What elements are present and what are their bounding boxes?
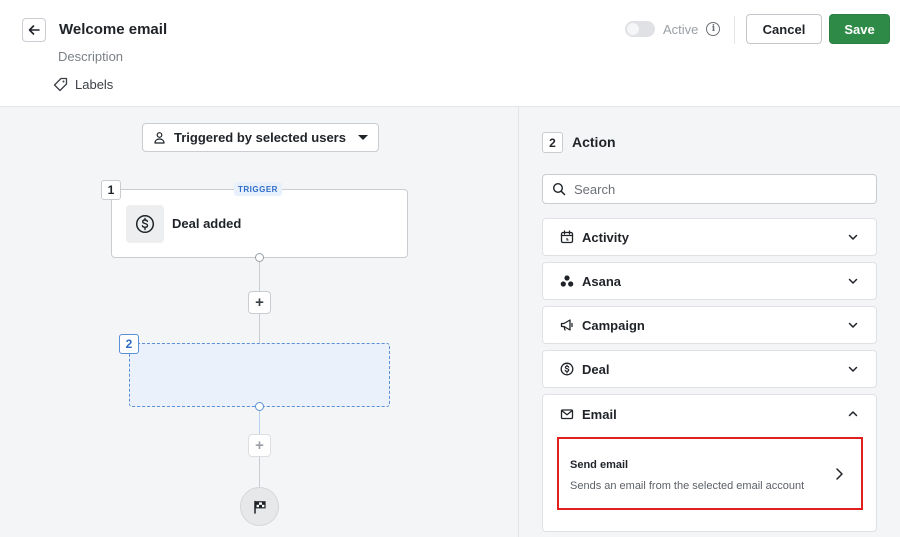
connector-dot [255, 253, 264, 262]
workflow-canvas[interactable]: Triggered by selected users 1 TRIGGER De… [0, 107, 518, 537]
add-step-button[interactable]: + [248, 434, 271, 457]
calendar-icon [560, 230, 574, 244]
labels-label: Labels [75, 77, 114, 92]
panel-title: Action [572, 134, 616, 150]
add-step-button[interactable]: + [248, 291, 271, 314]
category-deal[interactable]: Deal [542, 350, 877, 388]
save-button[interactable]: Save [829, 14, 890, 44]
header: Welcome email Description Labels Active … [0, 0, 900, 107]
active-label: Active [663, 21, 699, 37]
chevron-up-icon [847, 408, 859, 420]
tag-icon [53, 77, 68, 92]
megaphone-icon [560, 318, 574, 332]
trigger-type-select[interactable]: Triggered by selected users [142, 123, 379, 152]
page-title[interactable]: Welcome email [59, 21, 167, 38]
category-email-header[interactable]: Email [543, 395, 876, 433]
connector-line [259, 258, 260, 291]
node-number: 2 [119, 334, 139, 354]
user-icon [153, 131, 166, 144]
step-number: 2 [542, 132, 563, 153]
category-asana[interactable]: Asana [542, 262, 877, 300]
flag-icon [252, 499, 268, 515]
active-toggle[interactable] [625, 21, 655, 37]
arrow-left-icon [27, 23, 41, 37]
connector-line [259, 457, 260, 487]
trigger-select-label: Triggered by selected users [174, 130, 346, 145]
category-label: Activity [582, 229, 629, 245]
deal-icon-box [126, 205, 164, 243]
action-title: Send email [570, 459, 629, 471]
search-icon [552, 182, 566, 196]
search-input[interactable] [574, 181, 864, 197]
send-email-action[interactable]: Send email Sends an email from the selec… [557, 437, 863, 510]
chevron-down-icon [847, 363, 859, 375]
dollar-circle-icon [135, 214, 155, 234]
connector-line [259, 314, 260, 343]
category-activity[interactable]: Activity [542, 218, 877, 256]
chevron-down-icon [847, 319, 859, 331]
category-email: Email Send email Sends an email from the… [542, 394, 877, 532]
description-field[interactable]: Description [58, 49, 123, 64]
dollar-circle-icon [560, 362, 574, 376]
info-icon[interactable]: i [706, 22, 721, 36]
end-node [240, 487, 279, 526]
action-node-placeholder[interactable] [129, 343, 390, 407]
category-label: Asana [582, 273, 622, 289]
category-label: Email [582, 406, 617, 422]
trigger-tag: TRIGGER [234, 182, 282, 196]
category-campaign[interactable]: Campaign [542, 306, 877, 344]
asana-icon [560, 274, 574, 288]
connector-dot [255, 402, 264, 411]
labels-button[interactable]: Labels [53, 77, 113, 92]
action-description: Sends an email from the selected email a… [570, 480, 805, 492]
active-toggle-group: Active i [625, 21, 721, 37]
cancel-button[interactable]: Cancel [746, 14, 822, 44]
action-panel: 2 Action Activity Asana Campaign [518, 107, 900, 537]
category-label: Campaign [582, 317, 645, 333]
search-box[interactable] [542, 174, 877, 204]
category-label: Deal [582, 361, 610, 377]
node-number: 1 [101, 180, 121, 200]
trigger-node-label: Deal added [172, 216, 242, 231]
back-button[interactable] [22, 18, 46, 42]
chevron-right-icon [833, 467, 845, 481]
envelope-icon [560, 407, 574, 421]
chevron-down-icon [847, 275, 859, 287]
chevron-down-icon [847, 231, 859, 243]
header-divider [734, 16, 735, 44]
caret-down-icon [358, 135, 368, 140]
